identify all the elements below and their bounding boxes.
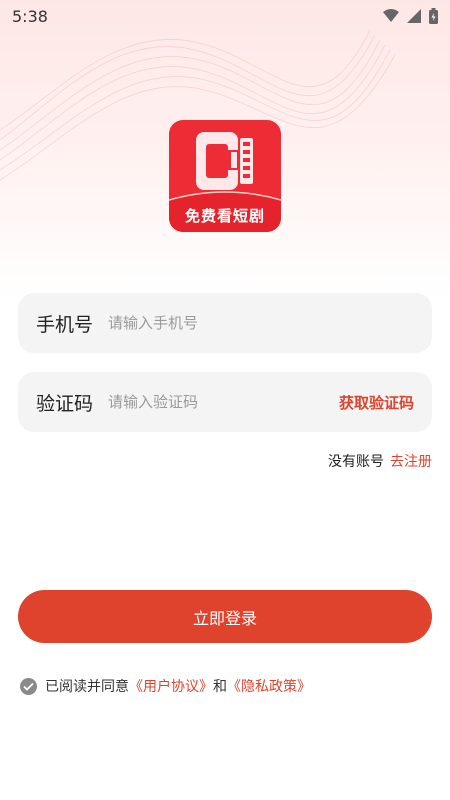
user-agreement-link[interactable]: 《用户协议》 [129, 676, 213, 696]
app-logo: 免费看短剧 [169, 120, 281, 232]
check-icon [23, 682, 34, 691]
code-input[interactable] [108, 393, 339, 411]
wifi-icon [383, 9, 399, 22]
phone-label: 手机号 [36, 313, 94, 336]
login-button[interactable]: 立即登录 [18, 590, 432, 643]
code-label: 验证码 [36, 392, 94, 415]
status-icons [383, 8, 438, 24]
agreement-checkbox[interactable] [20, 677, 37, 695]
register-link[interactable]: 去注册 [390, 451, 432, 471]
agreement-connector: 和 [213, 679, 227, 695]
register-row: 没有账号 去注册 [328, 451, 432, 471]
agreement-row: 已阅读并同意 《用户协议》 和 《隐私政策》 [20, 676, 311, 696]
phone-field: 手机号 [18, 293, 432, 353]
battery-icon [429, 8, 438, 24]
register-prompt: 没有账号 [328, 454, 384, 470]
code-field: 验证码 获取验证码 [18, 372, 432, 432]
logo-text: 免费看短剧 [184, 207, 265, 225]
get-code-button[interactable]: 获取验证码 [339, 392, 414, 413]
privacy-policy-link[interactable]: 《隐私政策》 [227, 676, 311, 696]
phone-input[interactable] [108, 314, 414, 332]
status-bar: 5:38 [0, 0, 450, 32]
signal-icon [407, 9, 421, 23]
status-time: 5:38 [12, 6, 48, 26]
agreement-prefix: 已阅读并同意 [45, 679, 129, 695]
